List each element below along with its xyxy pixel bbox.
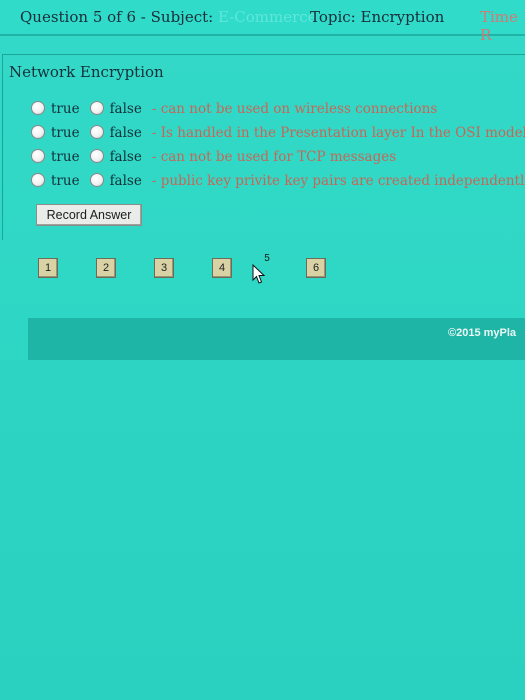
answer-row: true false - can not be used for TCP messa… [31,149,525,173]
question-title: Network Encryption [9,63,164,81]
record-answer-button[interactable]: Record Answer [36,204,142,226]
answer-row: true false - public key privite key pairs … [31,173,525,197]
nav-question-3[interactable]: 3 [154,258,174,278]
radio-true[interactable] [31,149,45,163]
radio-true[interactable] [31,125,45,139]
answer-row: true false - Is handled in the Presentatio… [31,125,525,149]
statement-text: - can not be used for TCP messages [151,149,397,165]
statement-text: - public key privite key pairs are creat… [151,173,525,189]
true-label: true [51,125,80,141]
empty-page-area [0,360,525,700]
true-label: true [51,149,80,165]
radio-false[interactable] [89,149,104,163]
statement-text: - can not be used on wireless connection… [151,101,438,117]
radio-true[interactable] [31,101,45,115]
statement-text: - Is handled in the Presentation layer I… [151,125,525,141]
question-counter-label: Question 5 of 6 - Subject: [20,8,214,26]
nav-question-1[interactable]: 1 [38,258,58,278]
radio-false[interactable] [89,173,104,187]
answer-row: true false - can not be used on wireless c… [31,101,525,125]
mouse-pointer-icon [252,264,266,284]
radio-false[interactable] [89,125,104,139]
true-label: true [51,173,80,189]
copyright-text: ©2015 myPla [448,327,517,339]
quiz-page: Question 5 of 6 - Subject: E-Commerce To… [0,0,525,700]
false-label: false [109,125,142,141]
answer-rows: true false - can not be used on wireless c… [31,101,525,197]
time-label: Time R [480,8,518,44]
radio-false[interactable] [89,101,104,115]
false-label: false [109,173,142,189]
nav-question-6[interactable]: 6 [306,258,326,278]
nav-question-2[interactable]: 2 [96,258,116,278]
page-footer: ©2015 myPla [28,318,525,360]
true-label: true [51,101,80,117]
false-label: false [109,101,142,117]
nav-question-4[interactable]: 4 [212,258,232,278]
quiz-header: Question 5 of 6 - Subject: E-Commerce To… [0,0,525,44]
false-label: false [109,149,142,165]
topic-label: Topic: Encryption [310,8,445,26]
question-counter: Question 5 of 6 - Subject: E-Commerce [20,8,317,26]
subject-value: E-Commerce [217,8,317,26]
radio-true[interactable] [31,173,45,187]
